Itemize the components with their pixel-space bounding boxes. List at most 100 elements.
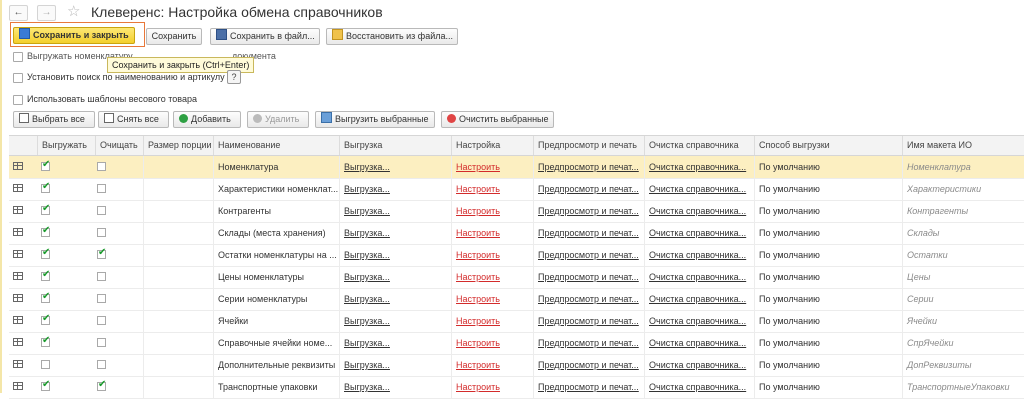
select-all-button[interactable]: Выбрать все bbox=[13, 111, 95, 128]
clear-checkbox[interactable] bbox=[97, 247, 106, 259]
name-cell[interactable]: Справочные ячейки номе... bbox=[213, 332, 339, 354]
setup-link[interactable]: Настроить bbox=[451, 288, 533, 310]
method-cell[interactable]: По умолчанию bbox=[754, 156, 902, 178]
setup-link[interactable]: Настроить bbox=[451, 376, 533, 398]
unload-link[interactable]: Выгрузка... bbox=[339, 222, 451, 244]
table-row[interactable]: Характеристики номенклат...Выгрузка...На… bbox=[9, 178, 1024, 201]
name-cell[interactable]: Ячейки bbox=[213, 310, 339, 332]
name-cell[interactable]: Склады (места хранения) bbox=[213, 222, 339, 244]
layout-cell[interactable]: Характеристики bbox=[902, 178, 1024, 200]
clear-checkbox[interactable] bbox=[97, 360, 106, 369]
clear-checkbox[interactable] bbox=[97, 316, 106, 325]
unload-link[interactable]: Выгрузка... bbox=[339, 310, 451, 332]
setup-link[interactable]: Настроить bbox=[451, 332, 533, 354]
method-cell[interactable]: По умолчанию bbox=[754, 178, 902, 200]
export-checkbox[interactable] bbox=[41, 379, 50, 391]
col-clear[interactable]: Очищать bbox=[95, 136, 143, 155]
preview-link[interactable]: Предпросмотр и печат... bbox=[533, 332, 644, 354]
table-row[interactable]: Склады (места хранения)Выгрузка...Настро… bbox=[9, 222, 1024, 245]
cleanup-link[interactable]: Очистка справочника... bbox=[644, 310, 754, 332]
export-checkbox[interactable] bbox=[41, 335, 50, 347]
layout-cell[interactable]: Цены bbox=[902, 266, 1024, 288]
cleanup-link[interactable]: Очистка справочника... bbox=[644, 332, 754, 354]
portion-size-cell[interactable] bbox=[143, 354, 213, 376]
table-row[interactable]: ЯчейкиВыгрузка...НастроитьПредпросмотр и… bbox=[9, 310, 1024, 333]
cleanup-link[interactable]: Очистка справочника... bbox=[644, 354, 754, 376]
name-cell[interactable]: Серии номенклатуры bbox=[213, 288, 339, 310]
setup-link[interactable]: Настроить bbox=[451, 156, 533, 178]
layout-cell[interactable]: Серии bbox=[902, 288, 1024, 310]
method-cell[interactable]: По умолчанию bbox=[754, 222, 902, 244]
restore-from-file-button[interactable]: Восстановить из файла... bbox=[326, 28, 458, 45]
unload-link[interactable]: Выгрузка... bbox=[339, 178, 451, 200]
delete-button[interactable]: Удалить bbox=[247, 111, 309, 128]
layout-cell[interactable]: ДопРеквизиты bbox=[902, 354, 1024, 376]
clear-checkbox[interactable] bbox=[97, 162, 106, 171]
unload-link[interactable]: Выгрузка... bbox=[339, 376, 451, 398]
col-method[interactable]: Способ выгрузки bbox=[754, 136, 902, 155]
name-cell[interactable]: Характеристики номенклат... bbox=[213, 178, 339, 200]
portion-size-cell[interactable] bbox=[143, 332, 213, 354]
back-button[interactable]: ← bbox=[9, 5, 28, 21]
portion-size-cell[interactable] bbox=[143, 266, 213, 288]
name-cell[interactable]: Остатки номенклатуры на ... bbox=[213, 244, 339, 266]
cleanup-link[interactable]: Очистка справочника... bbox=[644, 178, 754, 200]
portion-size-cell[interactable] bbox=[143, 178, 213, 200]
export-checkbox[interactable] bbox=[41, 313, 50, 325]
portion-size-cell[interactable] bbox=[143, 310, 213, 332]
layout-cell[interactable]: Контрагенты bbox=[902, 200, 1024, 222]
clear-checkbox[interactable] bbox=[97, 206, 106, 215]
cleanup-link[interactable]: Очистка справочника... bbox=[644, 266, 754, 288]
setup-link[interactable]: Настроить bbox=[451, 222, 533, 244]
portion-size-cell[interactable] bbox=[143, 156, 213, 178]
method-cell[interactable]: По умолчанию bbox=[754, 200, 902, 222]
unload-link[interactable]: Выгрузка... bbox=[339, 156, 451, 178]
table-row[interactable]: Транспортные упаковкиВыгрузка...Настроит… bbox=[9, 376, 1024, 399]
layout-cell[interactable]: Ячейки bbox=[902, 310, 1024, 332]
export-nomenclature-checkbox[interactable] bbox=[13, 52, 23, 62]
table-row[interactable]: Справочные ячейки номе...Выгрузка...Наст… bbox=[9, 332, 1024, 355]
col-preview[interactable]: Предпросмотр и печать bbox=[533, 136, 644, 155]
layout-cell[interactable]: СпрЯчейки bbox=[902, 332, 1024, 354]
layout-cell[interactable]: ТранспортныеУпаковки bbox=[902, 376, 1024, 398]
favorite-star-icon[interactable]: ☆ bbox=[67, 2, 80, 20]
table-row[interactable]: КонтрагентыВыгрузка...НастроитьПредпросм… bbox=[9, 200, 1024, 223]
name-cell[interactable]: Дополнительные реквизиты bbox=[213, 354, 339, 376]
search-by-name-checkbox[interactable] bbox=[13, 73, 23, 83]
cleanup-link[interactable]: Очистка справочника... bbox=[644, 244, 754, 266]
preview-link[interactable]: Предпросмотр и печат... bbox=[533, 244, 644, 266]
export-checkbox[interactable] bbox=[41, 269, 50, 281]
preview-link[interactable]: Предпросмотр и печат... bbox=[533, 222, 644, 244]
name-cell[interactable]: Транспортные упаковки bbox=[213, 376, 339, 398]
method-cell[interactable]: По умолчанию bbox=[754, 266, 902, 288]
export-checkbox[interactable] bbox=[41, 181, 50, 193]
save-to-file-button[interactable]: Сохранить в файл... bbox=[210, 28, 320, 45]
add-button[interactable]: Добавить bbox=[173, 111, 241, 128]
unload-link[interactable]: Выгрузка... bbox=[339, 332, 451, 354]
method-cell[interactable]: По умолчанию bbox=[754, 376, 902, 398]
unload-link[interactable]: Выгрузка... bbox=[339, 200, 451, 222]
portion-size-cell[interactable] bbox=[143, 222, 213, 244]
method-cell[interactable]: По умолчанию bbox=[754, 288, 902, 310]
export-checkbox[interactable] bbox=[41, 360, 50, 369]
table-row[interactable]: Серии номенклатурыВыгрузка...НастроитьПр… bbox=[9, 288, 1024, 311]
unload-link[interactable]: Выгрузка... bbox=[339, 266, 451, 288]
col-export[interactable]: Выгружать bbox=[37, 136, 95, 155]
setup-link[interactable]: Настроить bbox=[451, 244, 533, 266]
method-cell[interactable]: По умолчанию bbox=[754, 332, 902, 354]
portion-size-cell[interactable] bbox=[143, 288, 213, 310]
col-cleanup[interactable]: Очистка справочника bbox=[644, 136, 754, 155]
portion-size-cell[interactable] bbox=[143, 376, 213, 398]
preview-link[interactable]: Предпросмотр и печат... bbox=[533, 156, 644, 178]
export-checkbox[interactable] bbox=[41, 159, 50, 171]
setup-link[interactable]: Настроить bbox=[451, 266, 533, 288]
cleanup-link[interactable]: Очистка справочника... bbox=[644, 200, 754, 222]
help-button[interactable]: ? bbox=[227, 70, 241, 84]
table-row[interactable]: Остатки номенклатуры на ...Выгрузка...На… bbox=[9, 244, 1024, 267]
clear-checkbox[interactable] bbox=[97, 379, 106, 391]
weight-templates-checkbox[interactable] bbox=[13, 95, 23, 105]
save-button[interactable]: Сохранить bbox=[146, 28, 202, 45]
preview-link[interactable]: Предпросмотр и печат... bbox=[533, 266, 644, 288]
deselect-all-button[interactable]: Снять все bbox=[98, 111, 169, 128]
save-and-close-button[interactable]: Сохранить и закрыть bbox=[13, 27, 135, 44]
